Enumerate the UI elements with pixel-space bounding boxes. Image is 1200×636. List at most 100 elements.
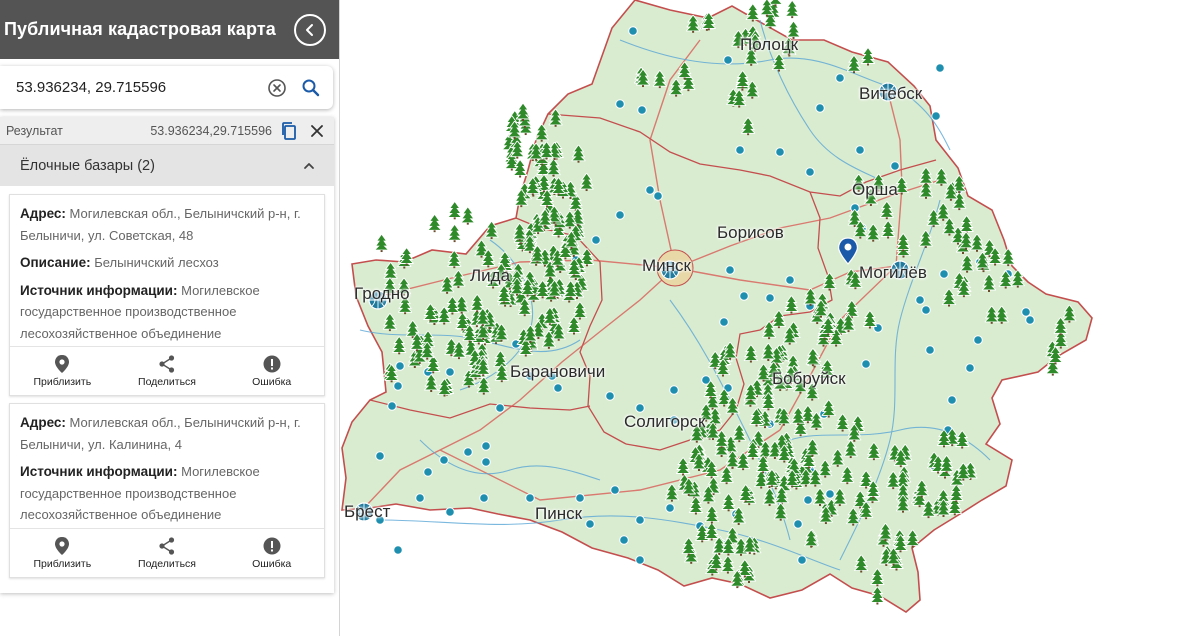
blue-marker[interactable] <box>575 493 585 503</box>
blue-marker[interactable] <box>393 381 403 391</box>
blue-marker[interactable] <box>965 363 975 373</box>
blue-marker[interactable] <box>481 457 491 467</box>
blue-marker[interactable] <box>797 555 807 565</box>
blue-marker[interactable] <box>725 265 735 275</box>
blue-marker[interactable] <box>855 145 865 155</box>
blue-marker[interactable] <box>825 489 835 499</box>
christmas-tree-marker[interactable] <box>427 214 442 233</box>
christmas-tree-marker[interactable] <box>786 21 801 39</box>
share-button[interactable]: Поделиться <box>115 347 220 395</box>
blue-marker[interactable] <box>665 503 675 513</box>
blue-marker[interactable] <box>375 515 385 525</box>
globe-icon[interactable] <box>878 82 898 102</box>
belarus-map[interactable] <box>340 0 1200 636</box>
globe-icon[interactable] <box>368 290 388 310</box>
blue-marker[interactable] <box>723 55 733 65</box>
blue-marker[interactable] <box>605 391 615 401</box>
blue-marker[interactable] <box>775 147 785 157</box>
blue-marker[interactable] <box>635 515 645 525</box>
blue-marker[interactable] <box>861 359 871 369</box>
map-view[interactable]: Полоцк Витебск Орша Борисов Минск Могилё… <box>340 0 1200 636</box>
blue-marker[interactable] <box>973 335 983 345</box>
blue-marker[interactable] <box>935 63 945 73</box>
blue-marker[interactable] <box>628 26 638 36</box>
blue-marker[interactable] <box>765 293 775 303</box>
blue-marker[interactable] <box>395 361 405 371</box>
blue-marker[interactable] <box>553 383 563 393</box>
blue-marker[interactable] <box>495 403 505 413</box>
christmas-tree-marker[interactable] <box>447 224 462 243</box>
blue-marker[interactable] <box>669 385 679 395</box>
blue-marker[interactable] <box>719 317 729 327</box>
clear-search-button[interactable] <box>263 74 291 102</box>
report-error-button[interactable]: Ошибка <box>219 529 324 577</box>
search-button[interactable] <box>297 74 325 102</box>
search-icon <box>302 79 320 96</box>
copy-coords-button[interactable] <box>278 120 300 142</box>
blue-marker[interactable] <box>439 455 449 465</box>
blue-marker[interactable] <box>947 395 957 405</box>
christmas-tree-marker[interactable] <box>785 0 800 19</box>
report-error-button[interactable]: Ошибка <box>219 347 324 395</box>
blue-marker[interactable] <box>653 191 663 201</box>
group-header-christmas-tree-markets[interactable]: Ёлочные базары (2) <box>0 144 334 186</box>
blue-marker[interactable] <box>445 367 455 377</box>
blue-marker[interactable] <box>785 275 795 285</box>
blue-marker[interactable] <box>1021 307 1031 317</box>
close-result-button[interactable] <box>306 120 328 142</box>
blue-marker[interactable] <box>635 403 645 413</box>
christmas-tree-marker[interactable] <box>745 3 760 22</box>
blue-marker[interactable] <box>915 295 925 305</box>
blue-marker[interactable] <box>615 210 625 220</box>
blue-marker[interactable] <box>423 467 433 477</box>
zoom-button[interactable]: Приблизить <box>10 529 115 577</box>
blue-marker[interactable] <box>610 485 620 495</box>
blue-marker[interactable] <box>479 493 489 503</box>
blue-marker[interactable] <box>815 103 825 113</box>
search-input[interactable] <box>16 79 257 96</box>
blue-marker[interactable] <box>637 105 647 115</box>
blue-marker[interactable] <box>793 519 803 529</box>
blue-marker[interactable] <box>547 371 557 381</box>
blue-marker[interactable] <box>525 493 535 503</box>
blue-marker[interactable] <box>619 535 629 545</box>
blue-marker[interactable] <box>525 371 535 381</box>
christmas-tree-marker[interactable] <box>447 201 462 220</box>
blue-marker[interactable] <box>805 167 815 177</box>
blue-marker[interactable] <box>481 441 491 451</box>
blue-marker[interactable] <box>931 111 941 121</box>
blue-marker[interactable] <box>803 495 813 505</box>
blue-marker[interactable] <box>445 507 455 517</box>
close-icon <box>311 124 323 137</box>
blue-marker[interactable] <box>835 73 845 83</box>
blue-marker[interactable] <box>635 555 645 565</box>
blue-marker[interactable] <box>585 519 595 529</box>
blue-marker[interactable] <box>615 99 625 109</box>
zoom-button[interactable]: Приблизить <box>10 347 115 395</box>
globe-icon[interactable] <box>890 260 910 280</box>
blue-marker[interactable] <box>925 345 935 355</box>
christmas-tree-marker[interactable] <box>516 103 530 121</box>
globe-icon[interactable] <box>354 502 374 522</box>
blue-marker[interactable] <box>669 415 679 425</box>
error-icon <box>263 537 281 554</box>
blue-marker[interactable] <box>387 401 397 411</box>
blue-marker[interactable] <box>735 145 745 155</box>
share-button[interactable]: Поделиться <box>115 529 220 577</box>
blue-marker[interactable] <box>890 161 900 171</box>
globe-icon[interactable] <box>660 260 680 280</box>
blue-marker[interactable] <box>463 447 473 457</box>
blue-marker[interactable] <box>645 185 655 195</box>
collapse-sidebar-button[interactable] <box>294 13 326 46</box>
blue-marker[interactable] <box>591 235 601 245</box>
christmas-tree-marker[interactable] <box>460 206 475 225</box>
christmas-tree-marker[interactable] <box>374 234 389 253</box>
blue-marker[interactable] <box>415 493 425 503</box>
blue-marker[interactable] <box>739 291 749 301</box>
blue-marker[interactable] <box>375 451 385 461</box>
card-actions: Приблизить Поделиться Ошибка <box>10 528 324 577</box>
blue-marker[interactable] <box>393 545 403 555</box>
blue-marker[interactable] <box>939 269 949 279</box>
blue-marker[interactable] <box>921 305 931 315</box>
blue-marker[interactable] <box>1025 315 1035 325</box>
